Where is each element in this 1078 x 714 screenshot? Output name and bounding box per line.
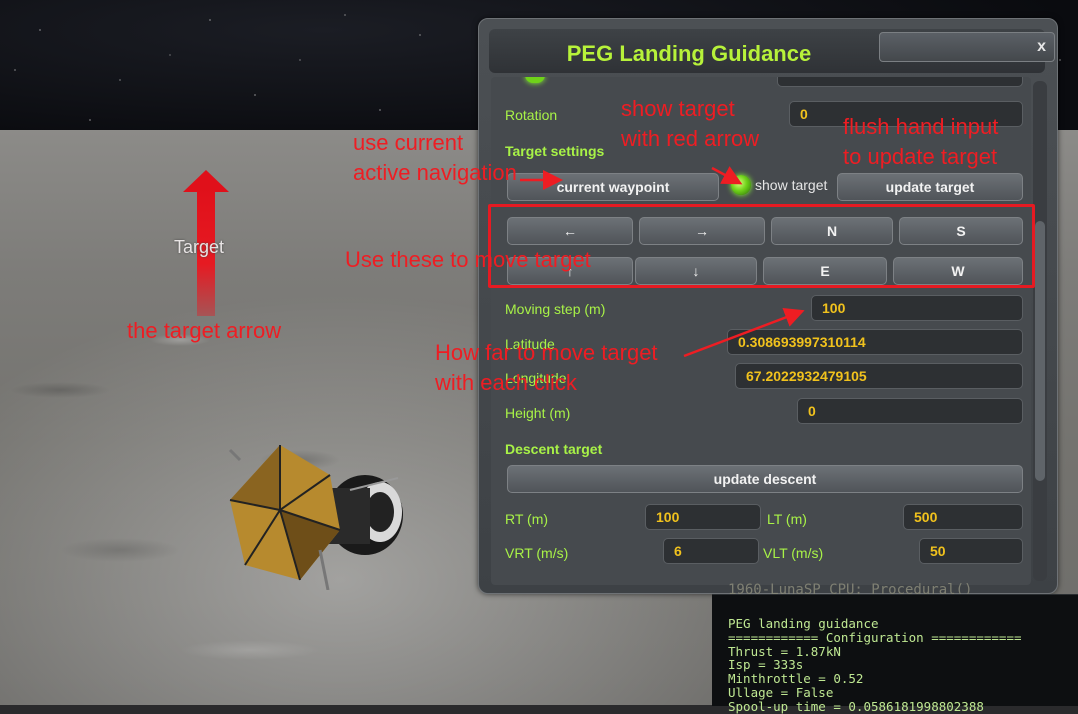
annotation-use-current: use current active navigation xyxy=(353,130,517,185)
annotation-use-these: Use these to move target xyxy=(345,247,591,272)
terminal-line: Ullage = False xyxy=(728,684,834,700)
terminal-line: Isp = 333s xyxy=(728,657,804,673)
arrow-to-show-target xyxy=(711,166,743,185)
terminal-line: Spool-up time = 0.0586181998802388 xyxy=(728,698,984,714)
terminal-line: Thrust = 1.87kN xyxy=(728,643,841,659)
terminal-output: PEG landing guidance ============ Config… xyxy=(728,617,1022,714)
annotation-how-far: How far to move target with each click xyxy=(435,340,658,395)
terminal-line: ============ Configuration ============ xyxy=(728,629,1022,645)
terminal-line: Minthrottle = 0.52 xyxy=(728,671,864,687)
annotation-flush: flush hand input to update target xyxy=(843,114,999,169)
annotation-target-arrow: the target arrow xyxy=(127,318,282,343)
terminal-line: PEG landing guidance xyxy=(728,616,879,631)
kos-terminal-window[interactable]: PEG landing guidance ============ Config… xyxy=(712,594,1078,713)
arrow-to-moving-step xyxy=(683,307,805,358)
annotation-show-target: show target with red arrow xyxy=(621,96,760,151)
